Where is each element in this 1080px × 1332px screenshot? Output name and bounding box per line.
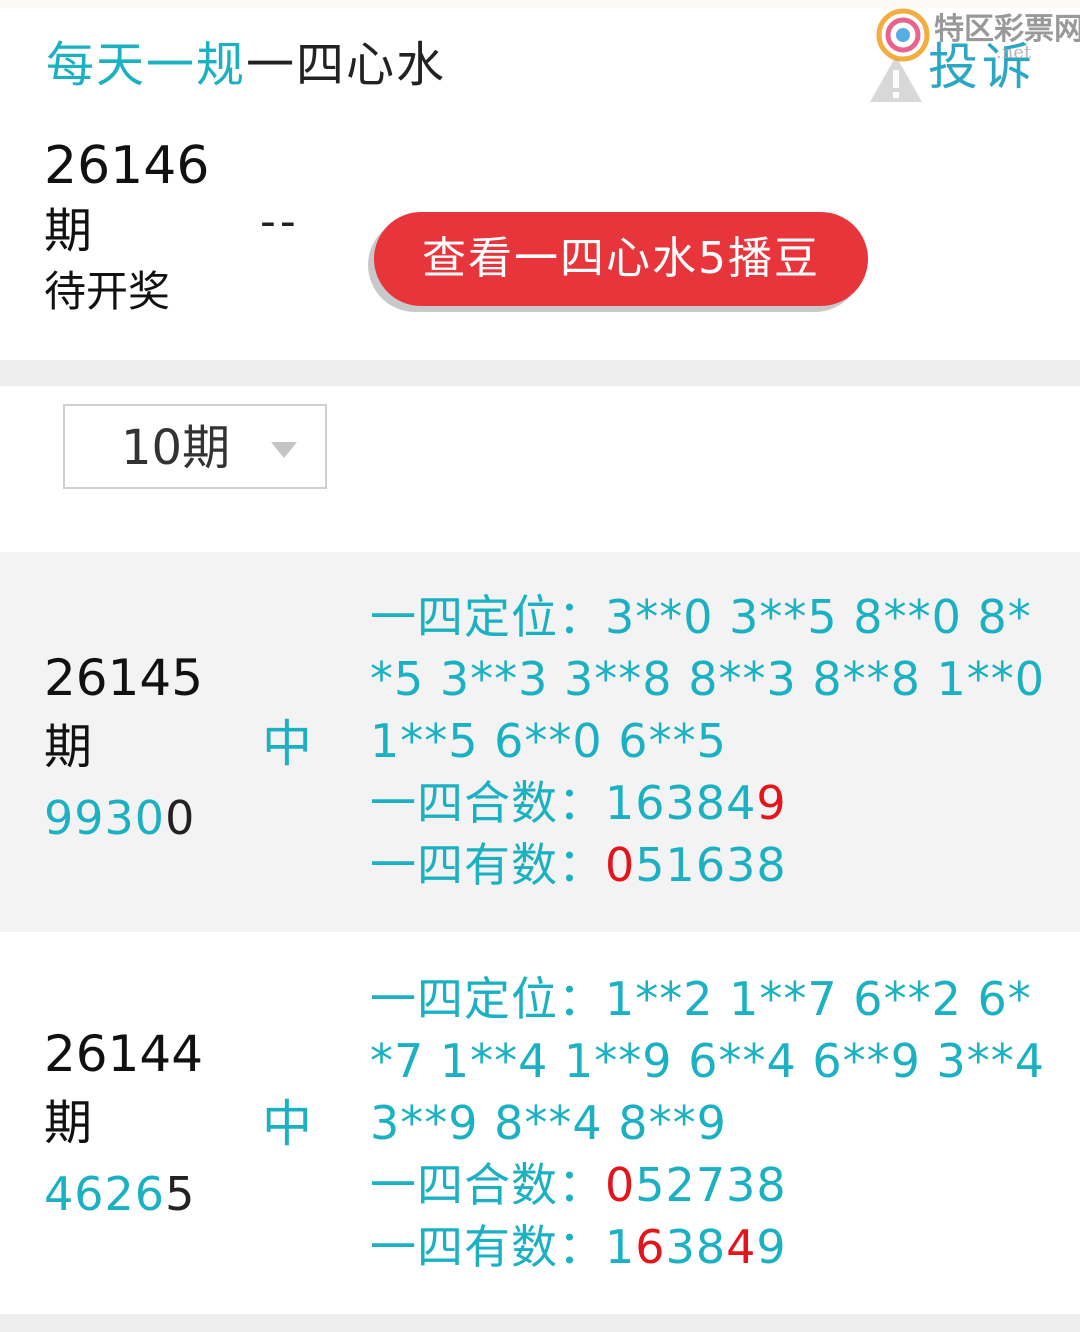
current-issue-suffix: 期: [44, 203, 93, 259]
row-draw-result: 99300: [44, 791, 196, 845]
have-line: 一四有数：163849: [370, 1220, 787, 1274]
row-draw-result: 46265: [44, 1167, 196, 1221]
row-issue-suffix: 期: [44, 719, 93, 775]
row-prediction: 一四定位：1**2 1**7 6**2 6**7 1**4 1**9 6**4 …: [370, 968, 1050, 1278]
period-select[interactable]: 10期: [63, 404, 327, 489]
watermark-logo-icon: [876, 8, 930, 62]
history-row: 26145 期 99300 中 一四定位：3**0 3**5 8**0 8**5…: [0, 552, 1080, 932]
dropdown-caret-icon: [271, 442, 297, 458]
row-hit-status: 中: [262, 1095, 312, 1153]
current-result: --: [260, 196, 300, 247]
row-prediction: 一四定位：3**0 3**5 8**0 8**5 3**3 3**8 8**3 …: [370, 586, 1050, 896]
watermark: 特区彩票网 .net: [876, 8, 1080, 68]
current-issue-status: 待开奖: [44, 267, 171, 316]
period-select-value: 10期: [121, 420, 231, 476]
position-line: 一四定位：1**2 1**7 6**2 6**7 1**4 1**9 6**4 …: [370, 972, 1046, 1150]
history-row: 26144 期 46265 中 一四定位：1**2 1**7 6**2 6**7…: [0, 934, 1080, 1314]
page-title: 每天一规一四心水: [46, 30, 446, 100]
sum-line: 一四合数：052738: [370, 1158, 787, 1212]
view-prediction-button[interactable]: 查看一四心水5播豆: [374, 212, 868, 306]
watermark-sub: .net: [996, 42, 1032, 63]
current-issue-number: 26146: [44, 136, 210, 196]
row-issue-number: 26145: [44, 649, 204, 707]
current-issue: 26146 期 待开奖: [44, 132, 209, 322]
title-colored: 每天一规: [46, 37, 247, 93]
row-issue: 26145 期 99300: [44, 644, 203, 854]
row-hit-status: 中: [262, 715, 312, 773]
top-strip: [0, 0, 1080, 8]
row-issue-suffix: 期: [44, 1095, 93, 1151]
sum-line: 一四合数：163849: [370, 776, 787, 830]
have-line: 一四有数：051638: [370, 838, 787, 892]
section-divider: [0, 360, 1080, 386]
row-issue: 26144 期 46265: [44, 1020, 203, 1230]
bottom-divider: [0, 1314, 1080, 1332]
position-line: 一四定位：3**0 3**5 8**0 8**5 3**3 3**8 8**3 …: [370, 590, 1046, 768]
row-issue-number: 26144: [44, 1025, 204, 1083]
title-plain: 一四心水: [246, 37, 447, 93]
